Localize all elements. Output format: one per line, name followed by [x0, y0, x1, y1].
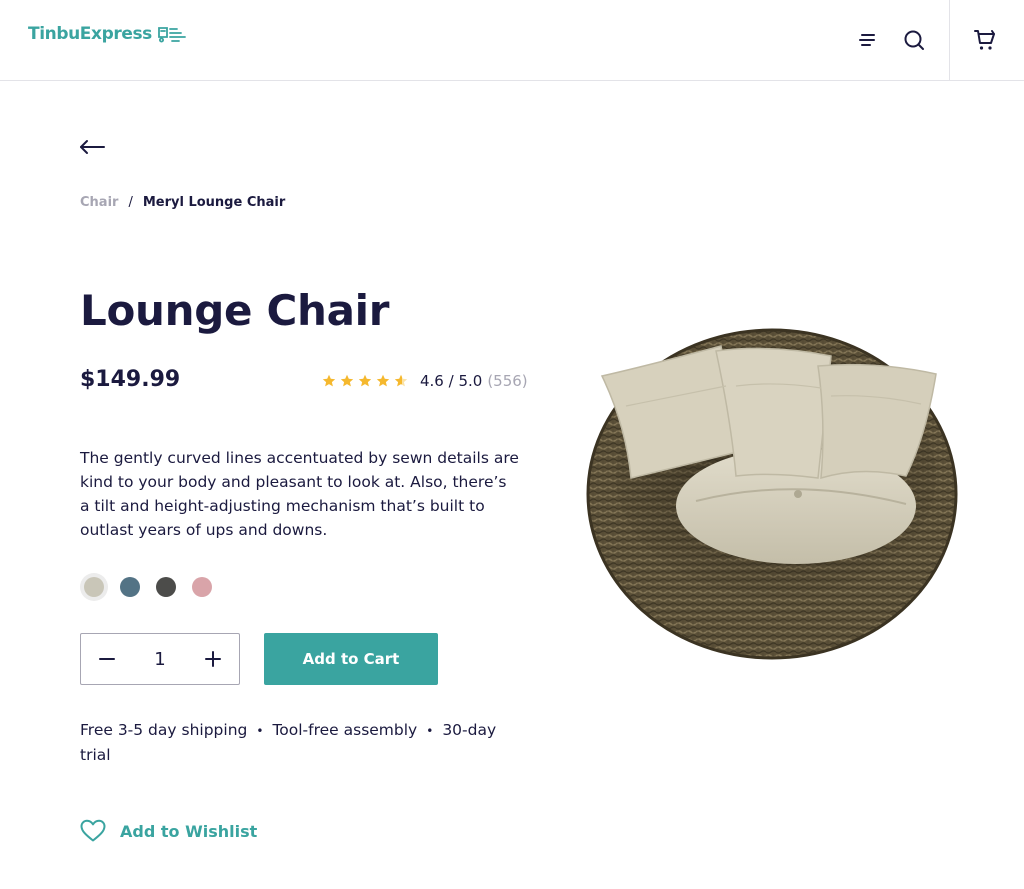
rating-score: 4.6 / 5.0	[420, 372, 483, 390]
menu-icon	[859, 34, 875, 46]
cart-button[interactable]	[967, 22, 1003, 58]
brand-name: TinbuExpress	[28, 24, 152, 44]
color-swatch-dot	[84, 577, 104, 597]
star-icon	[376, 374, 390, 387]
arrow-left-icon	[80, 140, 105, 154]
minus-icon	[99, 658, 115, 660]
product-rating: 4.6 / 5.0 (556)	[322, 372, 528, 390]
breadcrumb: Chair / Meryl Lounge Chair	[80, 195, 285, 210]
color-swatch-dot	[192, 577, 212, 597]
back-button[interactable]	[78, 134, 108, 160]
star-icon	[322, 374, 336, 387]
search-button[interactable]	[896, 22, 932, 58]
color-swatch-charcoal[interactable]	[152, 573, 180, 601]
quantity-input[interactable]	[140, 648, 180, 670]
color-swatches	[80, 573, 216, 601]
color-swatch-dusty-pink[interactable]	[188, 573, 216, 601]
product-description: The gently curved lines accentuated by s…	[80, 449, 519, 539]
heart-icon	[80, 819, 106, 842]
product-price: $149.99	[80, 367, 181, 392]
product-perks: Free 3-5 day shipping • Tool-free assembly…	[80, 718, 510, 767]
perk-assembly: Tool-free assembly	[272, 721, 418, 739]
menu-button[interactable]	[850, 22, 886, 58]
star-icon	[340, 374, 354, 387]
perk-separator: •	[426, 724, 434, 738]
color-swatch-dot	[120, 577, 140, 597]
breadcrumb-separator: /	[128, 195, 133, 210]
wishlist-label: Add to Wishlist	[120, 821, 258, 841]
star-icon	[358, 374, 372, 387]
breadcrumb-link-chair[interactable]: Chair	[80, 195, 118, 210]
search-icon	[904, 30, 924, 50]
perk-shipping: Free 3-5 day shipping	[80, 721, 248, 739]
perk-separator: •	[256, 724, 264, 738]
product-title: Lounge Chair	[80, 286, 390, 335]
quantity-stepper	[80, 633, 240, 685]
color-swatch-dot	[156, 577, 176, 597]
truck-logo-icon	[158, 27, 186, 43]
color-swatch-slate-blue[interactable]	[116, 573, 144, 601]
color-swatch-beige[interactable]	[80, 573, 108, 601]
breadcrumb-current: Meryl Lounge Chair	[142, 195, 286, 210]
add-to-cart-button[interactable]: Add to Cart	[264, 633, 438, 685]
product-image[interactable]	[586, 326, 962, 666]
rating-stars	[322, 374, 408, 388]
add-to-wishlist-button[interactable]: Add to Wishlist	[80, 819, 257, 843]
header-divider	[949, 0, 950, 80]
star-icon	[394, 374, 408, 387]
top-header: TinbuExpress	[0, 0, 1024, 81]
plus-icon	[205, 651, 221, 667]
decrease-quantity-button[interactable]	[93, 645, 121, 673]
rating-count[interactable]: (556)	[487, 372, 527, 390]
increase-quantity-button[interactable]	[199, 645, 227, 673]
wicker-chair-illustration	[586, 328, 958, 660]
brand-logo[interactable]: TinbuExpress	[28, 24, 187, 44]
cart-icon	[974, 30, 995, 50]
